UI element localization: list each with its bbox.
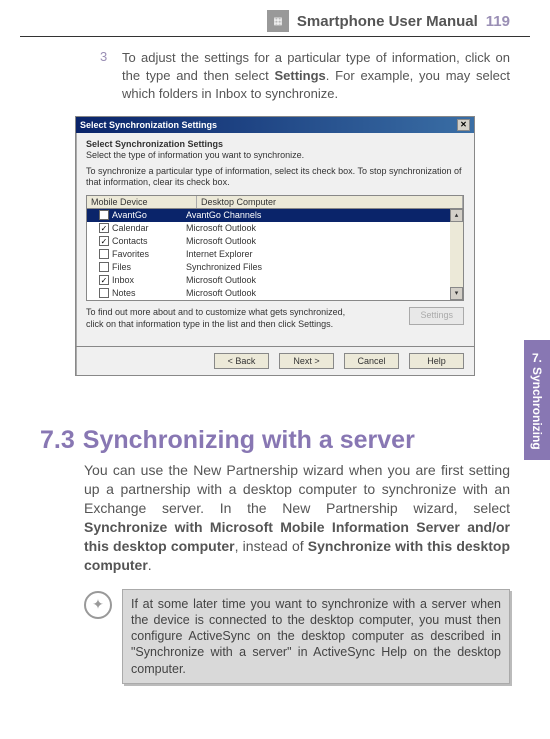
row-desktop: Microsoft Outlook: [186, 236, 461, 246]
section-heading: 7.3 Synchronizing with a server: [40, 426, 510, 455]
section-p1: You can use the New Partnership wizard w…: [84, 462, 510, 516]
dialog-subtitle: Select Synchronization Settings: [86, 139, 464, 149]
scroll-up-icon[interactable]: ▴: [450, 209, 463, 222]
dialog-subdesc: Select the type of information you want …: [86, 150, 464, 160]
back-button[interactable]: < Back: [214, 353, 269, 369]
row-label: Favorites: [112, 249, 186, 259]
scrollbar[interactable]: ▴ ▾: [450, 209, 463, 300]
table-row[interactable]: AvantGoAvantGo Channels: [87, 209, 463, 222]
step-number: 3: [100, 49, 112, 104]
row-label: Contacts: [112, 236, 186, 246]
col-desktop: Desktop Computer: [197, 196, 463, 208]
row-label: Inbox: [112, 275, 186, 285]
dialog-desc: To synchronize a particular type of info…: [86, 166, 464, 189]
checkbox[interactable]: ✓: [99, 275, 109, 285]
note-text: If at some later time you want to synchr…: [122, 589, 510, 684]
page-header: ▦ Smartphone User Manual 119: [20, 0, 530, 37]
scroll-down-icon[interactable]: ▾: [450, 287, 463, 300]
close-icon[interactable]: ✕: [457, 119, 470, 131]
table-row[interactable]: FilesSynchronized Files: [87, 261, 463, 274]
checkbox[interactable]: [99, 288, 109, 298]
section-number: 7.3: [40, 426, 75, 455]
lightbulb-icon: ✦: [84, 591, 112, 619]
table-row[interactable]: ✓ContactsMicrosoft Outlook: [87, 235, 463, 248]
section-p3: .: [148, 557, 152, 573]
step-3: 3 To adjust the settings for a particula…: [40, 49, 510, 104]
row-label: AvantGo: [112, 210, 186, 220]
chapter-label: Synchronizing: [530, 367, 544, 450]
section-title: Synchronizing with a server: [83, 426, 415, 455]
dialog-tip-text: To find out more about and to customize …: [86, 307, 361, 330]
table-row[interactable]: FavoritesInternet Explorer: [87, 248, 463, 261]
header-icon: ▦: [267, 10, 289, 32]
note-box: ✦ If at some later time you want to sync…: [84, 589, 510, 684]
settings-button[interactable]: Settings: [409, 307, 464, 325]
table-header: Mobile Device Desktop Computer: [87, 196, 463, 209]
checkbox[interactable]: [99, 210, 109, 220]
sync-settings-dialog: Select Synchronization Settings ✕ Select…: [75, 116, 475, 377]
row-desktop: Internet Explorer: [186, 249, 461, 259]
dialog-tip-row: To find out more about and to customize …: [86, 307, 464, 330]
sync-table: Mobile Device Desktop Computer AvantGoAv…: [86, 195, 464, 301]
chapter-tab: 7. Synchronizing: [524, 340, 550, 460]
row-desktop: Synchronized Files: [186, 262, 461, 272]
row-label: Files: [112, 262, 186, 272]
help-button[interactable]: Help: [409, 353, 464, 369]
dialog-footer: < Back Next > Cancel Help: [76, 346, 474, 375]
table-row[interactable]: ✓CalendarMicrosoft Outlook: [87, 222, 463, 235]
cancel-button[interactable]: Cancel: [344, 353, 399, 369]
table-row[interactable]: NotesMicrosoft Outlook: [87, 287, 463, 300]
checkbox[interactable]: [99, 249, 109, 259]
row-desktop: AvantGo Channels: [186, 210, 461, 220]
next-button[interactable]: Next >: [279, 353, 334, 369]
col-mobile: Mobile Device: [87, 196, 197, 208]
dialog-title: Select Synchronization Settings: [80, 120, 217, 130]
manual-title: Smartphone User Manual: [297, 13, 478, 30]
row-desktop: Microsoft Outlook: [186, 288, 461, 298]
checkbox[interactable]: ✓: [99, 236, 109, 246]
row-label: Calendar: [112, 223, 186, 233]
step-bold-settings: Settings: [274, 68, 325, 83]
page-number: 119: [486, 13, 510, 30]
step-text: To adjust the settings for a particular …: [122, 49, 510, 104]
section-body: You can use the New Partnership wizard w…: [84, 461, 510, 574]
row-desktop: Microsoft Outlook: [186, 275, 461, 285]
checkbox[interactable]: ✓: [99, 223, 109, 233]
dialog-titlebar: Select Synchronization Settings ✕: [76, 117, 474, 133]
row-label: Notes: [112, 288, 186, 298]
chapter-number: 7.: [532, 351, 542, 365]
row-desktop: Microsoft Outlook: [186, 223, 461, 233]
table-body: AvantGoAvantGo Channels✓CalendarMicrosof…: [87, 209, 463, 300]
section-p2: , instead of: [235, 538, 308, 554]
table-row[interactable]: ✓InboxMicrosoft Outlook: [87, 274, 463, 287]
checkbox[interactable]: [99, 262, 109, 272]
